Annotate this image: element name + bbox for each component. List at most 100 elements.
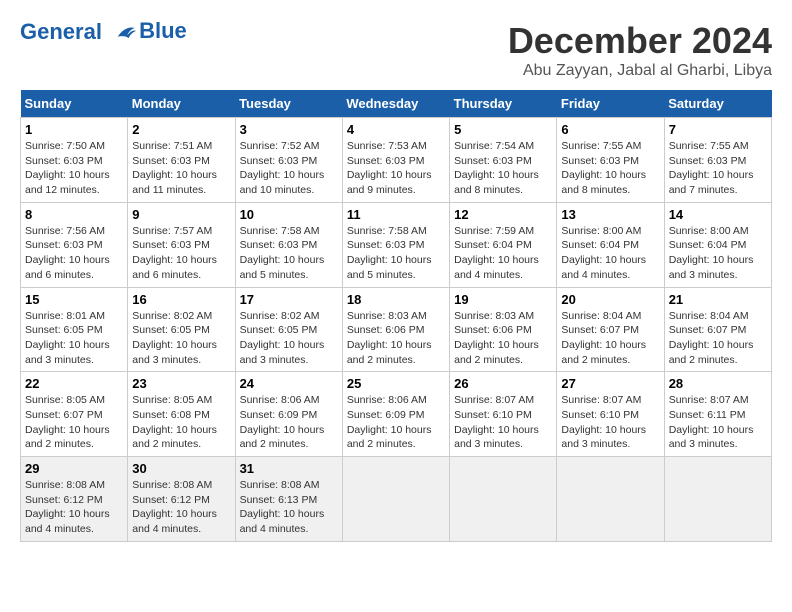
day-number: 13 [561,207,659,222]
day-number: 30 [132,461,230,476]
day-number: 20 [561,292,659,307]
calendar-cell: 15 Sunrise: 8:01 AMSunset: 6:05 PMDaylig… [21,287,128,372]
day-info: Sunrise: 8:01 AMSunset: 6:05 PMDaylight:… [25,309,123,368]
day-number: 19 [454,292,552,307]
day-info: Sunrise: 8:02 AMSunset: 6:05 PMDaylight:… [132,309,230,368]
calendar-cell: 18 Sunrise: 8:03 AMSunset: 6:06 PMDaylig… [342,287,449,372]
day-number: 15 [25,292,123,307]
logo-text: General [20,20,139,44]
day-info: Sunrise: 7:50 AMSunset: 6:03 PMDaylight:… [25,139,123,198]
day-info: Sunrise: 7:51 AMSunset: 6:03 PMDaylight:… [132,139,230,198]
day-header-tuesday: Tuesday [235,90,342,118]
calendar-cell: 25 Sunrise: 8:06 AMSunset: 6:09 PMDaylig… [342,372,449,457]
day-info: Sunrise: 8:07 AMSunset: 6:10 PMDaylight:… [454,393,552,452]
day-number: 17 [240,292,338,307]
day-number: 5 [454,122,552,137]
day-info: Sunrise: 7:57 AMSunset: 6:03 PMDaylight:… [132,224,230,283]
day-number: 4 [347,122,445,137]
week-row-4: 22 Sunrise: 8:05 AMSunset: 6:07 PMDaylig… [21,372,772,457]
calendar-cell: 30 Sunrise: 8:08 AMSunset: 6:12 PMDaylig… [128,457,235,542]
day-info: Sunrise: 7:55 AMSunset: 6:03 PMDaylight:… [669,139,767,198]
calendar-cell: 4 Sunrise: 7:53 AMSunset: 6:03 PMDayligh… [342,118,449,203]
day-info: Sunrise: 8:00 AMSunset: 6:04 PMDaylight:… [669,224,767,283]
day-header-saturday: Saturday [664,90,771,118]
calendar-header-row: SundayMondayTuesdayWednesdayThursdayFrid… [21,90,772,118]
day-number: 22 [25,376,123,391]
page-subtitle: Abu Zayyan, Jabal al Gharbi, Libya [508,62,772,80]
day-info: Sunrise: 7:54 AMSunset: 6:03 PMDaylight:… [454,139,552,198]
calendar-cell: 9 Sunrise: 7:57 AMSunset: 6:03 PMDayligh… [128,202,235,287]
day-number: 21 [669,292,767,307]
day-number: 28 [669,376,767,391]
logo: General Blue [20,20,187,44]
calendar-cell: 11 Sunrise: 7:58 AMSunset: 6:03 PMDaylig… [342,202,449,287]
day-info: Sunrise: 8:08 AMSunset: 6:12 PMDaylight:… [25,478,123,537]
day-number: 6 [561,122,659,137]
calendar-cell: 20 Sunrise: 8:04 AMSunset: 6:07 PMDaylig… [557,287,664,372]
calendar-cell: 5 Sunrise: 7:54 AMSunset: 6:03 PMDayligh… [450,118,557,203]
calendar-cell [664,457,771,542]
calendar-cell: 28 Sunrise: 8:07 AMSunset: 6:11 PMDaylig… [664,372,771,457]
day-info: Sunrise: 7:53 AMSunset: 6:03 PMDaylight:… [347,139,445,198]
calendar-cell: 14 Sunrise: 8:00 AMSunset: 6:04 PMDaylig… [664,202,771,287]
day-number: 29 [25,461,123,476]
day-header-friday: Friday [557,90,664,118]
calendar-cell: 13 Sunrise: 8:00 AMSunset: 6:04 PMDaylig… [557,202,664,287]
day-number: 2 [132,122,230,137]
day-info: Sunrise: 7:55 AMSunset: 6:03 PMDaylight:… [561,139,659,198]
day-info: Sunrise: 7:58 AMSunset: 6:03 PMDaylight:… [240,224,338,283]
day-header-thursday: Thursday [450,90,557,118]
day-number: 23 [132,376,230,391]
calendar-cell: 7 Sunrise: 7:55 AMSunset: 6:03 PMDayligh… [664,118,771,203]
day-info: Sunrise: 8:04 AMSunset: 6:07 PMDaylight:… [669,309,767,368]
day-header-wednesday: Wednesday [342,90,449,118]
week-row-5: 29 Sunrise: 8:08 AMSunset: 6:12 PMDaylig… [21,457,772,542]
calendar-cell: 21 Sunrise: 8:04 AMSunset: 6:07 PMDaylig… [664,287,771,372]
calendar-cell: 29 Sunrise: 8:08 AMSunset: 6:12 PMDaylig… [21,457,128,542]
calendar-cell: 26 Sunrise: 8:07 AMSunset: 6:10 PMDaylig… [450,372,557,457]
calendar-cell: 10 Sunrise: 7:58 AMSunset: 6:03 PMDaylig… [235,202,342,287]
day-info: Sunrise: 8:04 AMSunset: 6:07 PMDaylight:… [561,309,659,368]
day-info: Sunrise: 8:00 AMSunset: 6:04 PMDaylight:… [561,224,659,283]
day-info: Sunrise: 8:08 AMSunset: 6:12 PMDaylight:… [132,478,230,537]
calendar-cell: 24 Sunrise: 8:06 AMSunset: 6:09 PMDaylig… [235,372,342,457]
day-info: Sunrise: 8:05 AMSunset: 6:07 PMDaylight:… [25,393,123,452]
day-number: 26 [454,376,552,391]
day-info: Sunrise: 7:58 AMSunset: 6:03 PMDaylight:… [347,224,445,283]
day-number: 24 [240,376,338,391]
logo-general: General [20,19,102,44]
day-number: 1 [25,122,123,137]
calendar-cell [342,457,449,542]
day-info: Sunrise: 8:06 AMSunset: 6:09 PMDaylight:… [347,393,445,452]
calendar-cell: 31 Sunrise: 8:08 AMSunset: 6:13 PMDaylig… [235,457,342,542]
calendar-cell: 17 Sunrise: 8:02 AMSunset: 6:05 PMDaylig… [235,287,342,372]
calendar-cell: 23 Sunrise: 8:05 AMSunset: 6:08 PMDaylig… [128,372,235,457]
day-number: 31 [240,461,338,476]
day-number: 8 [25,207,123,222]
calendar-cell: 16 Sunrise: 8:02 AMSunset: 6:05 PMDaylig… [128,287,235,372]
day-number: 14 [669,207,767,222]
day-info: Sunrise: 8:08 AMSunset: 6:13 PMDaylight:… [240,478,338,537]
day-info: Sunrise: 8:03 AMSunset: 6:06 PMDaylight:… [347,309,445,368]
day-info: Sunrise: 8:03 AMSunset: 6:06 PMDaylight:… [454,309,552,368]
day-info: Sunrise: 7:56 AMSunset: 6:03 PMDaylight:… [25,224,123,283]
day-info: Sunrise: 8:06 AMSunset: 6:09 PMDaylight:… [240,393,338,452]
page-title: December 2024 [508,20,772,62]
calendar-cell: 3 Sunrise: 7:52 AMSunset: 6:03 PMDayligh… [235,118,342,203]
day-number: 10 [240,207,338,222]
day-number: 11 [347,207,445,222]
calendar-cell: 2 Sunrise: 7:51 AMSunset: 6:03 PMDayligh… [128,118,235,203]
title-area: December 2024 Abu Zayyan, Jabal al Gharb… [508,20,772,80]
logo-bird-icon [111,22,139,44]
day-info: Sunrise: 8:05 AMSunset: 6:08 PMDaylight:… [132,393,230,452]
day-number: 12 [454,207,552,222]
day-info: Sunrise: 7:52 AMSunset: 6:03 PMDaylight:… [240,139,338,198]
calendar-table: SundayMondayTuesdayWednesdayThursdayFrid… [20,90,772,542]
day-info: Sunrise: 8:07 AMSunset: 6:11 PMDaylight:… [669,393,767,452]
day-number: 25 [347,376,445,391]
calendar-cell: 12 Sunrise: 7:59 AMSunset: 6:04 PMDaylig… [450,202,557,287]
day-number: 3 [240,122,338,137]
day-number: 9 [132,207,230,222]
calendar-cell: 6 Sunrise: 7:55 AMSunset: 6:03 PMDayligh… [557,118,664,203]
day-number: 16 [132,292,230,307]
